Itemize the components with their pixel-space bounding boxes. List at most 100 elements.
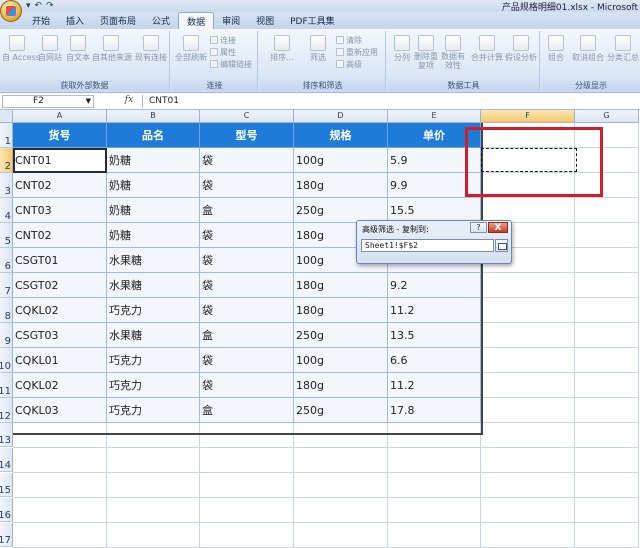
table-cell[interactable]: 11.2 — [388, 298, 481, 323]
table-cell[interactable]: 盒 — [200, 398, 294, 423]
row-header-11[interactable]: 11 — [0, 373, 13, 398]
column-header-e[interactable]: E — [388, 110, 481, 123]
table-cell[interactable]: 奶糖 — [107, 198, 200, 223]
row-header-4[interactable]: 4 — [0, 198, 13, 223]
empty-cell[interactable] — [575, 398, 639, 423]
empty-cell[interactable] — [388, 448, 481, 473]
properties-button[interactable]: 属性 — [210, 47, 236, 58]
data-validation-button[interactable]: 数据有效性 — [440, 35, 466, 70]
table-cell[interactable]: CQKL02 — [13, 373, 107, 398]
fx-icon[interactable]: fx — [118, 95, 140, 108]
column-header-b[interactable]: B — [107, 110, 200, 123]
empty-cell[interactable] — [481, 348, 575, 373]
row-header-6[interactable]: 6 — [0, 248, 13, 273]
table-cell[interactable]: 袋 — [200, 298, 294, 323]
connections-button[interactable]: 连接 — [210, 35, 236, 46]
close-button[interactable]: X — [488, 222, 508, 233]
table-cell[interactable]: CNT02 — [13, 173, 107, 198]
table-cell[interactable]: 180g — [294, 373, 388, 398]
empty-cell[interactable] — [107, 423, 200, 448]
table-cell[interactable]: 100g — [294, 148, 388, 173]
table-cell[interactable]: 100g — [294, 348, 388, 373]
row-header-2[interactable]: 2 — [0, 148, 13, 173]
table-cell[interactable]: 13.5 — [388, 323, 481, 348]
tab-insert[interactable]: 插入 — [58, 12, 92, 29]
empty-cell[interactable] — [575, 373, 639, 398]
help-button[interactable]: ? — [470, 222, 487, 233]
filter-button[interactable]: 筛选 — [304, 35, 332, 63]
empty-cell[interactable] — [107, 448, 200, 473]
empty-cell[interactable] — [481, 523, 575, 548]
empty-cell[interactable] — [575, 323, 639, 348]
table-cell[interactable]: 巧克力 — [107, 298, 200, 323]
empty-cell[interactable] — [575, 223, 639, 248]
empty-cell[interactable] — [294, 448, 388, 473]
empty-cell[interactable] — [575, 273, 639, 298]
row-header-8[interactable]: 8 — [0, 298, 13, 323]
table-cell[interactable]: 袋 — [200, 248, 294, 273]
existing-connections-button[interactable]: 现有连接 — [134, 35, 168, 63]
sort-button[interactable]: 排序... — [262, 35, 302, 63]
row-header-10[interactable]: 10 — [0, 348, 13, 373]
table-cell[interactable]: 11.2 — [388, 373, 481, 398]
empty-cell[interactable] — [294, 523, 388, 548]
expand-dialog-icon[interactable] — [495, 239, 508, 252]
table-cell[interactable]: 奶糖 — [107, 223, 200, 248]
from-text-button[interactable]: 自文本 — [64, 35, 92, 63]
empty-cell[interactable] — [13, 523, 107, 548]
empty-cell[interactable] — [13, 473, 107, 498]
row-header-5[interactable]: 5 — [0, 223, 13, 248]
table-cell[interactable]: 袋 — [200, 223, 294, 248]
copy-to-range-input[interactable]: Sheet1!$F$2 — [361, 239, 494, 252]
table-cell[interactable]: 巧克力 — [107, 398, 200, 423]
row-header-9[interactable]: 9 — [0, 323, 13, 348]
empty-cell[interactable] — [481, 373, 575, 398]
empty-cell[interactable] — [200, 423, 294, 448]
empty-cell[interactable] — [575, 523, 639, 548]
table-header-cell[interactable]: 型号 — [200, 123, 294, 148]
table-cell[interactable]: CSGT03 — [13, 323, 107, 348]
column-header-d[interactable]: D — [294, 110, 388, 123]
reapply-button[interactable]: 重新应用 — [336, 47, 378, 58]
empty-cell[interactable] — [294, 423, 388, 448]
table-cell[interactable]: CNT02 — [13, 223, 107, 248]
empty-cell[interactable] — [200, 498, 294, 523]
empty-cell[interactable] — [575, 298, 639, 323]
group-button[interactable]: 组合 — [544, 35, 568, 63]
select-all-corner[interactable] — [0, 110, 13, 123]
row-header-15[interactable]: 15 — [0, 473, 13, 497]
table-cell[interactable]: 袋 — [200, 273, 294, 298]
formula-input[interactable]: CNT01 — [142, 95, 638, 108]
table-cell[interactable]: 180g — [294, 173, 388, 198]
row-header-16[interactable]: 16 — [0, 498, 13, 522]
empty-cell[interactable] — [481, 298, 575, 323]
table-cell[interactable]: 17.8 — [388, 398, 481, 423]
row-header-12[interactable]: 12 — [0, 398, 13, 423]
text-to-columns-button[interactable]: 分列 — [390, 35, 414, 63]
empty-cell[interactable] — [13, 498, 107, 523]
tab-view[interactable]: 视图 — [248, 12, 282, 29]
table-cell[interactable]: 盒 — [200, 323, 294, 348]
table-header-cell[interactable]: 规格 — [294, 123, 388, 148]
tab-page-layout[interactable]: 页面布局 — [92, 12, 144, 29]
remove-duplicates-button[interactable]: 删除重复项 — [414, 35, 438, 70]
table-cell[interactable]: CSGT01 — [13, 248, 107, 273]
row-header-17[interactable]: 17 — [0, 523, 13, 547]
empty-cell[interactable] — [575, 248, 639, 273]
from-web-button[interactable]: 自网站 — [36, 35, 64, 63]
table-cell[interactable]: CNT03 — [13, 198, 107, 223]
undo-icon[interactable]: ↶ — [35, 1, 43, 11]
empty-cell[interactable] — [388, 423, 481, 448]
clear-button[interactable]: 清除 — [336, 35, 362, 46]
empty-cell[interactable] — [200, 473, 294, 498]
table-cell[interactable]: 袋 — [200, 173, 294, 198]
table-cell[interactable]: 袋 — [200, 148, 294, 173]
table-cell[interactable]: 9.2 — [388, 273, 481, 298]
table-cell[interactable]: CQKL02 — [13, 298, 107, 323]
empty-cell[interactable] — [575, 473, 639, 498]
empty-cell[interactable] — [294, 473, 388, 498]
customize-qat-icon[interactable]: ▾ — [26, 1, 31, 11]
table-cell[interactable]: 水果糖 — [107, 248, 200, 273]
empty-cell[interactable] — [388, 523, 481, 548]
edit-links-button[interactable]: 编辑链接 — [210, 59, 252, 70]
